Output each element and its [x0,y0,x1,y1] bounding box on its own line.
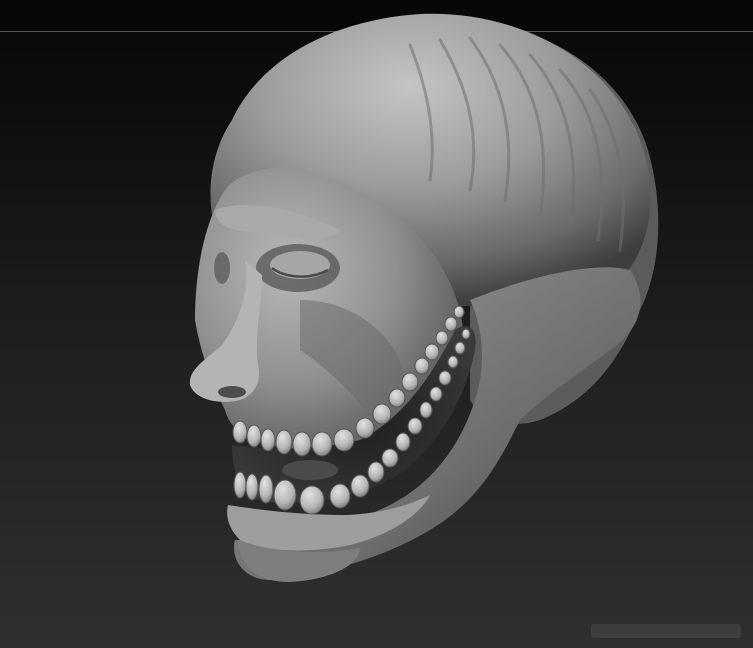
tongue [282,460,338,480]
sculpted-head-model[interactable] [0,0,753,648]
eyelid [270,251,330,279]
nostril [218,386,246,398]
watermark [591,624,741,638]
far-eye [214,252,230,284]
sculpt-viewport[interactable] [0,0,753,648]
